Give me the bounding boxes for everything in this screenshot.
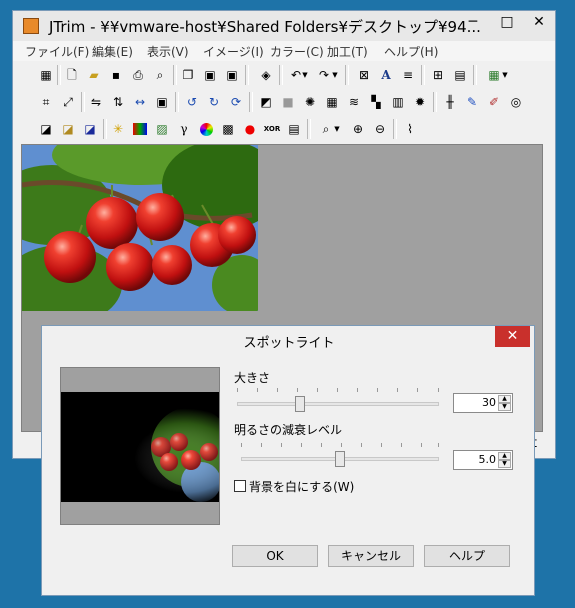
resize-icon[interactable]: ⤢ <box>59 93 77 111</box>
gradient-icon[interactable]: ◪ <box>37 120 55 138</box>
crop-icon[interactable]: ⌗ <box>37 93 55 111</box>
swirl-icon[interactable]: ◎ <box>507 93 525 111</box>
size-value[interactable]: 30 <box>482 396 496 409</box>
menu-process[interactable]: 加工(T) <box>327 43 368 60</box>
eyedropper-icon[interactable]: ⌇ <box>401 120 419 138</box>
preview-pane <box>60 367 220 525</box>
menu-image[interactable]: イメージ(I) <box>203 43 264 60</box>
size-down-button[interactable]: ▼ <box>498 403 511 411</box>
shift-icon[interactable]: ↔ <box>131 93 149 111</box>
sparkle-icon[interactable]: ✳ <box>109 120 127 138</box>
relief-icon[interactable]: ▚ <box>367 93 385 111</box>
xor-icon[interactable]: XOR <box>263 120 281 138</box>
size-slider[interactable] <box>237 388 439 412</box>
rotate-free-icon[interactable]: ⟳ <box>227 93 245 111</box>
fit-icon[interactable]: ⊠ <box>355 66 373 84</box>
menu-help[interactable]: ヘルプ(H) <box>384 43 438 60</box>
rotate-right-icon[interactable]: ↻ <box>205 93 223 111</box>
falloff-up-button[interactable]: ▲ <box>498 452 511 460</box>
app-icon[interactable] <box>23 18 39 34</box>
zoom-dropdown-icon[interactable]: ▼ <box>333 120 341 138</box>
new-icon[interactable]: 🗋 <box>63 66 81 84</box>
edit-icon[interactable]: ✐ <box>485 93 503 111</box>
falloff-slider-thumb[interactable] <box>335 451 345 467</box>
rotate-left-icon[interactable]: ↺ <box>183 93 201 111</box>
window-title: JTrim - ¥¥vmware-host¥Shared Folders¥デスク… <box>49 18 481 36</box>
falloff-label: 明るさの減衰レベル <box>234 423 343 437</box>
copy-icon[interactable]: ❐ <box>179 66 197 84</box>
zoom-in-icon[interactable]: ⊕ <box>349 120 367 138</box>
menu-edit[interactable]: 編集(E) <box>92 43 133 60</box>
paste-new-icon[interactable]: ▣ <box>223 66 241 84</box>
emboss-icon[interactable]: ■ <box>279 93 297 111</box>
maximize-button[interactable]: □ <box>491 11 523 33</box>
redo-dropdown-icon[interactable]: ▼ <box>331 66 339 84</box>
menu-file[interactable]: ファイル(F) <box>25 43 89 60</box>
falloff-slider[interactable] <box>241 443 439 467</box>
menu-view[interactable]: 表示(V) <box>147 43 189 60</box>
toolbar-row-1: ▦ 🗋 ▰ ▪ ⎙ ⌕ ❐ ▣ ▣ ◈ ↶ ▼ ↷ ▼ ⊠ A ≡ ⊞ ▤ ▦ … <box>19 63 549 87</box>
glass-icon[interactable]: ╫ <box>441 93 459 111</box>
grid-icon[interactable]: ⊞ <box>429 66 447 84</box>
palette-dropdown-icon[interactable]: ▼ <box>501 66 509 84</box>
open-icon[interactable]: ▰ <box>85 66 103 84</box>
image-icon[interactable]: ▨ <box>153 120 171 138</box>
rgb-icon[interactable] <box>131 120 149 138</box>
falloff-down-button[interactable]: ▼ <box>498 460 511 468</box>
flip-h-icon[interactable]: ⇋ <box>87 93 105 111</box>
close-button[interactable]: ✕ <box>523 11 555 33</box>
mosaic-icon[interactable]: ▦ <box>323 93 341 111</box>
capture-icon[interactable]: ◈ <box>257 66 275 84</box>
help-button[interactable]: ヘルプ <box>424 545 510 567</box>
minimize-button[interactable]: ─ <box>457 11 489 33</box>
gold-icon[interactable]: ◪ <box>59 120 77 138</box>
print-icon[interactable]: ⎙ <box>129 66 147 84</box>
size-spinner[interactable]: 30 ▲ ▼ <box>453 393 513 413</box>
size-up-button[interactable]: ▲ <box>498 395 511 403</box>
paste-icon[interactable]: ▣ <box>201 66 219 84</box>
checker-icon[interactable]: ▩ <box>219 120 237 138</box>
gamma-icon[interactable]: γ <box>175 120 193 138</box>
size-slider-thumb[interactable] <box>294 396 305 412</box>
cancel-button[interactable]: キャンセル <box>328 545 414 567</box>
toolbar-row-3: ◪ ◪ ◪ ✳ ▨ γ ▩ ● XOR ▤ ⌕ ▼ ⊕ ⊖ ⌇ <box>19 117 549 141</box>
undo-dropdown-icon[interactable]: ▼ <box>301 66 309 84</box>
color-wheel-icon[interactable] <box>197 120 215 138</box>
gray-icon[interactable]: ▤ <box>285 120 303 138</box>
white-bg-label[interactable]: 背景を白にする(W) <box>249 478 354 495</box>
dialog-title: スポットライト <box>243 336 335 351</box>
falloff-spinner[interactable]: 5.0 ▲ ▼ <box>453 450 513 470</box>
zoom-out-icon[interactable]: ⊖ <box>371 120 389 138</box>
toolbar-row-2: ⌗ ⤢ ⇋ ⇅ ↔ ▣ ↺ ↻ ⟳ ◩ ■ ✺ ▦ ≋ ▚ ▥ ✹ ╫ ✎ ✐ … <box>19 90 549 114</box>
flip-v-icon[interactable]: ⇅ <box>109 93 127 111</box>
import-icon[interactable]: ▦ <box>37 66 55 84</box>
size-label: 大きさ <box>234 371 271 385</box>
blue-icon[interactable]: ◪ <box>81 120 99 138</box>
print-preview-icon[interactable]: ⌕ <box>151 66 169 84</box>
menu-bar: ファイル(F) 編集(E) 表示(V) イメージ(I) カラー(C) 加工(T)… <box>13 41 555 61</box>
title-bar[interactable]: JTrim - ¥¥vmware-host¥Shared Folders¥デスク… <box>13 11 555 41</box>
white-bg-checkbox[interactable] <box>234 480 246 492</box>
wave-icon[interactable]: ≋ <box>345 93 363 111</box>
menu-color[interactable]: カラー(C) <box>270 43 324 60</box>
spotlight-icon[interactable]: ✺ <box>301 93 319 111</box>
pen-icon[interactable]: ✎ <box>463 93 481 111</box>
cherry-photo <box>22 145 258 311</box>
ok-button[interactable]: OK <box>232 545 318 567</box>
brick-icon[interactable]: ▥ <box>389 93 407 111</box>
shadow-icon[interactable]: ◩ <box>257 93 275 111</box>
rgb-dots-icon[interactable]: ● <box>241 120 259 138</box>
spotlight-dialog: スポットライト ✕ 大きさ 30 ▲ ▼ 明るさの減衰レベル 5.0 ▲ ▼ 背… <box>41 325 535 596</box>
text-icon[interactable]: A <box>377 66 395 84</box>
falloff-value[interactable]: 5.0 <box>479 453 497 466</box>
preview-image <box>61 392 219 502</box>
dialog-close-button[interactable]: ✕ <box>495 326 530 347</box>
stripes-icon[interactable]: ≡ <box>399 66 417 84</box>
frame-icon[interactable]: ▣ <box>153 93 171 111</box>
film-icon[interactable]: ▤ <box>451 66 469 84</box>
blur-icon[interactable]: ✹ <box>411 93 429 111</box>
save-icon[interactable]: ▪ <box>107 66 125 84</box>
